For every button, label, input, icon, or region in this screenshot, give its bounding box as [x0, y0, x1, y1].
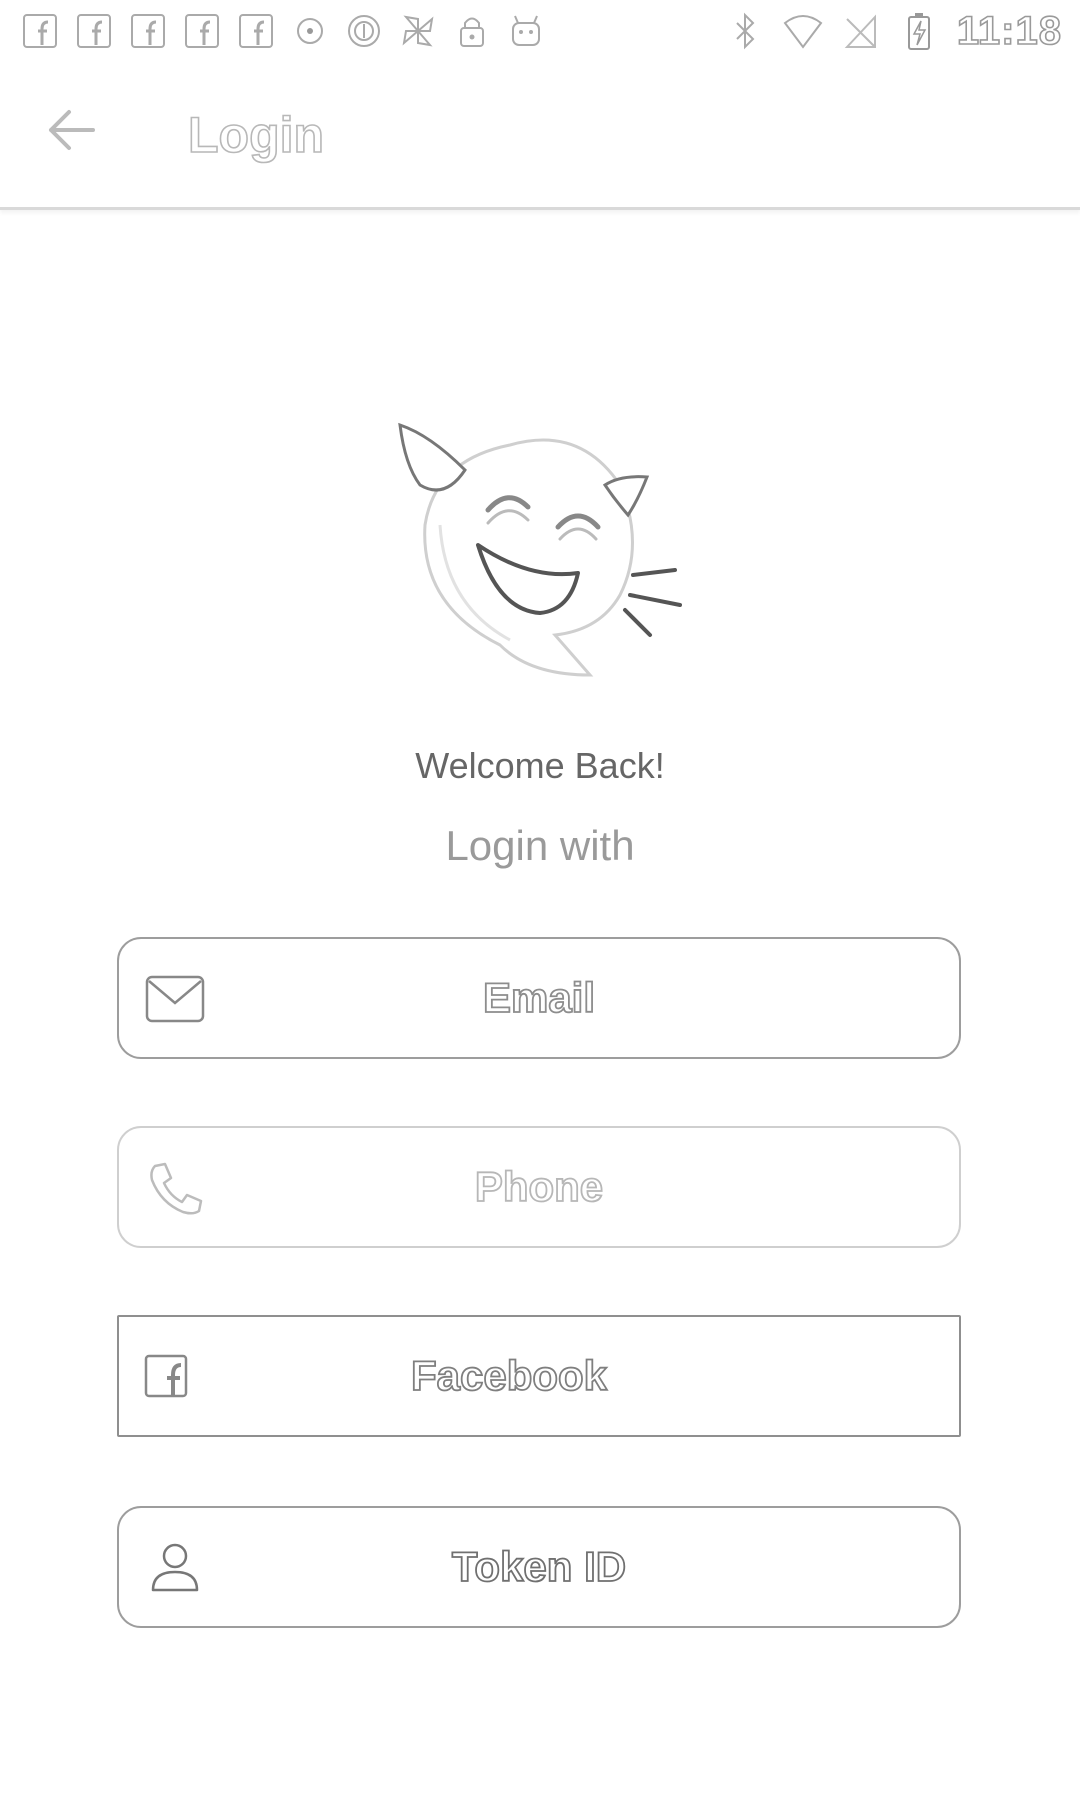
- app-bar: Login: [0, 62, 1080, 210]
- email-label: Email: [482, 973, 596, 1022]
- welcome-text: Welcome Back!: [415, 745, 665, 786]
- battery-charging-icon: [899, 9, 939, 53]
- token-id-login-button[interactable]: Token ID: [117, 1506, 961, 1628]
- facebook-notification-icon: [182, 9, 222, 53]
- phone-label: Phone: [474, 1162, 604, 1211]
- facebook-label: Facebook: [410, 1351, 608, 1400]
- mascot-illustration: [398, 422, 682, 677]
- circle-icon: [344, 9, 384, 53]
- page-title: Login: [187, 106, 325, 164]
- facebook-notification-icon: [128, 9, 168, 53]
- clock: 11:18: [956, 8, 1062, 54]
- status-bar: 11:18: [0, 0, 1080, 63]
- bluetooth-icon: [725, 9, 765, 53]
- facebook-notification-icon: [236, 9, 276, 53]
- arrow-left-icon: [49, 110, 95, 150]
- dot-icon: [290, 9, 330, 53]
- pinwheel-icon: [398, 9, 438, 53]
- lock-icon: [452, 9, 492, 53]
- token-id-label: Token ID: [451, 1542, 627, 1591]
- wifi-icon: [783, 9, 823, 53]
- notification-icons: [20, 8, 546, 54]
- system-icons: 11:18: [725, 8, 1062, 54]
- phone-login-button[interactable]: Phone: [117, 1126, 961, 1248]
- back-button[interactable]: [36, 102, 106, 158]
- facebook-notification-icon: [74, 9, 114, 53]
- android-icon: [506, 9, 546, 53]
- facebook-login-button[interactable]: Facebook: [117, 1315, 961, 1437]
- facebook-notification-icon: [20, 9, 60, 53]
- email-login-button[interactable]: Email: [117, 937, 961, 1059]
- no-sim-icon: [841, 9, 881, 53]
- login-with-text: Login with: [445, 822, 635, 869]
